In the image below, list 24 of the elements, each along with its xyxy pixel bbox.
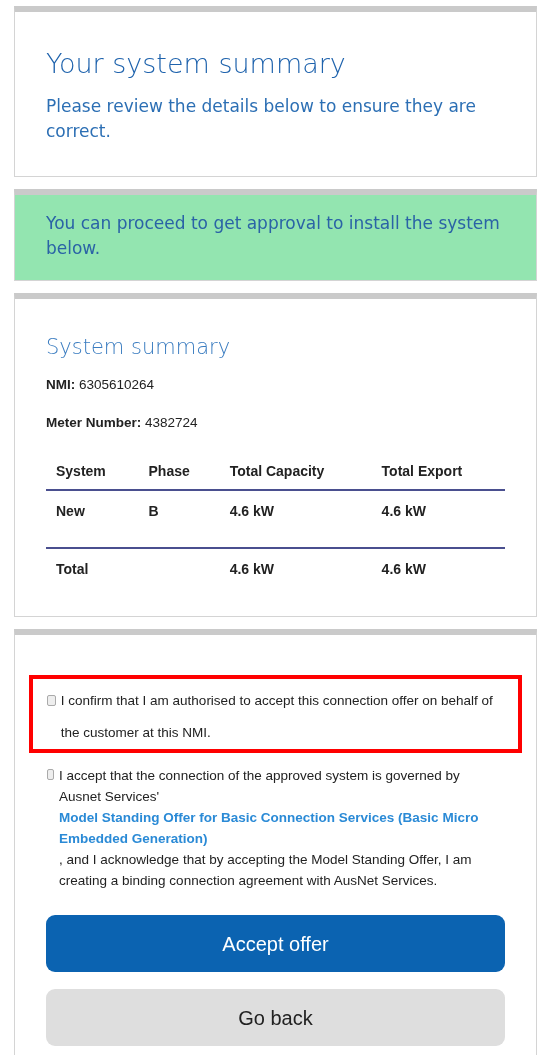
table-cell: 4.6 kW	[219, 490, 372, 549]
accept-button[interactable]: Accept offer	[46, 915, 505, 973]
section-title: System summary	[46, 335, 232, 361]
table-cell: New	[46, 490, 139, 549]
column-header: Total Capacity	[219, 451, 372, 491]
intro-text: Please review the details below to ensure they are correct.	[46, 95, 477, 144]
notice-text: You can proceed to get approval to install the system below.	[46, 212, 501, 261]
detail-text: Meter Number: 4382724	[46, 413, 199, 432]
consent-text: I confirm that I am authorised to accept this connection offer on behalf of the customer at this NMI.	[60, 692, 494, 743]
detail-text: NMI: 6305610264	[46, 375, 156, 394]
column-header: System	[46, 451, 139, 491]
back-button[interactable]: Go back	[46, 989, 505, 1047]
consent-text: I accept that the connection of the approved system is governed by Ausnet Services' Model Standing Offer for Basic Connection Services (Basic Micro Embedded Generation) , and I acknowledge that by accepting the Model Standing Offer, I am creating a binding connection agreement with AusNet Services.	[59, 759, 504, 892]
total-cell: Total	[46, 548, 139, 591]
checkbox[interactable]	[47, 769, 55, 781]
total-cell: 4.6 kW	[371, 548, 505, 591]
table-cell: B	[138, 490, 220, 549]
table-cell: 4.6 kW	[371, 490, 505, 549]
checkbox[interactable]	[47, 695, 56, 707]
column-header: Total Export	[371, 451, 505, 491]
total-cell: 4.6 kW	[219, 548, 372, 591]
column-header: Phase	[138, 451, 220, 491]
page-title: Your system summary	[46, 48, 347, 81]
offer-link[interactable]: Model Standing Offer for Basic Connection Services (Basic Micro Embedded Generation)	[59, 807, 504, 850]
